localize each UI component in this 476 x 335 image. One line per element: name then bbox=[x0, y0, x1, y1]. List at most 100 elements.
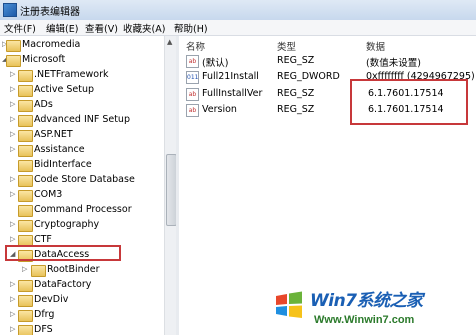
tree-item-datafactory[interactable]: ▷ DataFactory bbox=[0, 278, 163, 293]
tree-item-label: Dfrg bbox=[34, 309, 55, 320]
dataaccess-highlight-box bbox=[5, 245, 121, 261]
folder-icon bbox=[18, 205, 33, 217]
tree-item-com3[interactable]: ▷ COM3 bbox=[0, 188, 163, 203]
expand-arrow-icon[interactable]: ▷ bbox=[10, 85, 15, 93]
value-name: Full21Install bbox=[202, 71, 259, 82]
expand-arrow-icon[interactable]: ▷ bbox=[10, 115, 15, 123]
tree-item-label: DataFactory bbox=[34, 279, 92, 290]
expand-arrow-icon[interactable]: ▷ bbox=[10, 145, 15, 153]
folder-icon bbox=[18, 160, 33, 172]
pane-splitter[interactable] bbox=[176, 36, 179, 335]
title-bar: 注册表编辑器 bbox=[0, 0, 476, 21]
tree-item-label: ADs bbox=[34, 99, 53, 110]
tree-item-label: Assistance bbox=[34, 144, 85, 155]
expand-arrow-icon[interactable]: ▷ bbox=[22, 265, 27, 273]
menu-bar: 文件(F) 编辑(E) 查看(V) 收藏夹(A) 帮助(H) bbox=[0, 20, 476, 36]
tree-item-macromedia[interactable]: ▷ Macromedia bbox=[0, 38, 163, 53]
folder-icon bbox=[18, 325, 33, 335]
menu-edit[interactable]: 编辑(E) bbox=[46, 21, 78, 35]
expand-arrow-icon[interactable]: ▷ bbox=[10, 175, 15, 183]
folder-icon bbox=[18, 220, 33, 232]
expand-arrow-icon[interactable]: ▷ bbox=[10, 100, 15, 108]
tree-item-devdiv[interactable]: ▷ DevDiv bbox=[0, 293, 163, 308]
tree-item-code-store-database[interactable]: ▷ Code Store Database bbox=[0, 173, 163, 188]
expand-arrow-icon[interactable]: ▷ bbox=[10, 130, 15, 138]
tree-item-label: Advanced INF Setup bbox=[34, 114, 130, 125]
tree-item-label: Cryptography bbox=[34, 219, 100, 230]
tree-item-advanced-inf-setup[interactable]: ▷ Advanced INF Setup bbox=[0, 113, 163, 128]
tree-item-label: Macromedia bbox=[22, 39, 81, 50]
version-data-highlight-box bbox=[350, 79, 468, 125]
expand-arrow-icon[interactable]: ▷ bbox=[10, 190, 15, 198]
tree-item-rootbinder[interactable]: ▷ RootBinder bbox=[0, 263, 163, 278]
tree-item-cryptography[interactable]: ▷ Cryptography bbox=[0, 218, 163, 233]
tree-item-bidinterface[interactable]: BidInterface bbox=[0, 158, 163, 173]
value-row-default[interactable]: ab (默认) REG_SZ (数值未设置) bbox=[180, 53, 476, 69]
windows-logo-icon bbox=[276, 291, 302, 318]
menu-favorites[interactable]: 收藏夹(A) bbox=[123, 21, 165, 35]
expand-arrow-icon[interactable]: ▷ bbox=[10, 70, 15, 78]
tree-item-label: RootBinder bbox=[47, 264, 100, 275]
column-header-type[interactable]: 类型 bbox=[277, 39, 296, 53]
tree-item-label: CTF bbox=[34, 234, 52, 245]
tree-item-label: ASP.NET bbox=[34, 129, 73, 140]
column-header-data[interactable]: 数据 bbox=[366, 39, 385, 53]
folder-icon bbox=[18, 280, 33, 292]
folder-icon bbox=[6, 40, 21, 52]
expand-arrow-icon[interactable]: ▷ bbox=[10, 235, 15, 243]
column-header-name[interactable]: 名称 bbox=[186, 39, 205, 53]
string-value-icon: ab bbox=[186, 55, 199, 68]
value-data: (数值未设置) bbox=[366, 58, 421, 69]
folder-icon bbox=[18, 115, 33, 127]
expand-arrow-icon[interactable]: ▷ bbox=[10, 310, 15, 318]
regedit-app-icon bbox=[3, 3, 17, 17]
expand-arrow-icon[interactable]: ▷ bbox=[10, 220, 15, 228]
scroll-up-arrow-icon[interactable]: ▲ bbox=[167, 38, 172, 46]
value-name: FullInstallVer bbox=[202, 88, 263, 99]
menu-help[interactable]: 帮助(H) bbox=[174, 21, 208, 35]
tree-item-microsoft[interactable]: ◢ Microsoft bbox=[0, 53, 163, 68]
tree-item-label: Microsoft bbox=[22, 54, 66, 65]
folder-icon bbox=[31, 265, 46, 277]
tree-scrollbar[interactable]: ▲ bbox=[164, 36, 177, 335]
registry-key-tree: ▷ Macromedia ◢ Microsoft ▷ .NETFramework… bbox=[0, 36, 175, 335]
tree-item-ads[interactable]: ▷ ADs bbox=[0, 98, 163, 113]
tree-item-label: BidInterface bbox=[34, 159, 92, 170]
expand-arrow-icon[interactable]: ▷ bbox=[10, 325, 15, 333]
tree-item-label: COM3 bbox=[34, 189, 63, 200]
value-type: REG_SZ bbox=[277, 55, 315, 66]
tree-item-dfrg[interactable]: ▷ Dfrg bbox=[0, 308, 163, 323]
string-value-icon: ab bbox=[186, 88, 199, 101]
folder-icon bbox=[18, 85, 33, 97]
tree-item-netframework[interactable]: ▷ .NETFramework bbox=[0, 68, 163, 83]
watermark-brand: Win7系统之家 bbox=[310, 291, 423, 311]
value-type: REG_SZ bbox=[277, 104, 315, 115]
tree-item-dfs[interactable]: ▷ DFS bbox=[0, 323, 163, 335]
value-name: Version bbox=[202, 104, 237, 115]
string-value-icon: ab bbox=[186, 104, 199, 117]
folder-icon bbox=[18, 295, 33, 307]
folder-icon bbox=[18, 145, 33, 157]
tree-item-label: DevDiv bbox=[34, 294, 69, 305]
expand-arrow-icon[interactable]: ▷ bbox=[10, 280, 15, 288]
expand-arrow-icon[interactable]: ▷ bbox=[10, 295, 15, 303]
menu-view[interactable]: 查看(V) bbox=[85, 21, 118, 35]
tree-item-command-processor[interactable]: Command Processor bbox=[0, 203, 163, 218]
tree-item-label: Code Store Database bbox=[34, 174, 135, 185]
value-name: (默认) bbox=[202, 58, 229, 69]
tree-item-label: Active Setup bbox=[34, 84, 95, 95]
watermark-url: Www.Winwin7.com bbox=[314, 314, 415, 326]
value-type: REG_DWORD bbox=[277, 71, 340, 82]
folder-icon bbox=[18, 100, 33, 112]
tree-item-label: Command Processor bbox=[34, 204, 132, 215]
folder-icon bbox=[6, 55, 21, 67]
tree-item-asp-net[interactable]: ▷ ASP.NET bbox=[0, 128, 163, 143]
folder-icon bbox=[18, 190, 33, 202]
tree-item-assistance[interactable]: ▷ Assistance bbox=[0, 143, 163, 158]
folder-icon bbox=[18, 130, 33, 142]
window-title: 注册表编辑器 bbox=[20, 7, 80, 18]
folder-icon bbox=[18, 70, 33, 82]
folder-icon bbox=[18, 175, 33, 187]
tree-item-active-setup[interactable]: ▷ Active Setup bbox=[0, 83, 163, 98]
menu-file[interactable]: 文件(F) bbox=[4, 21, 36, 35]
